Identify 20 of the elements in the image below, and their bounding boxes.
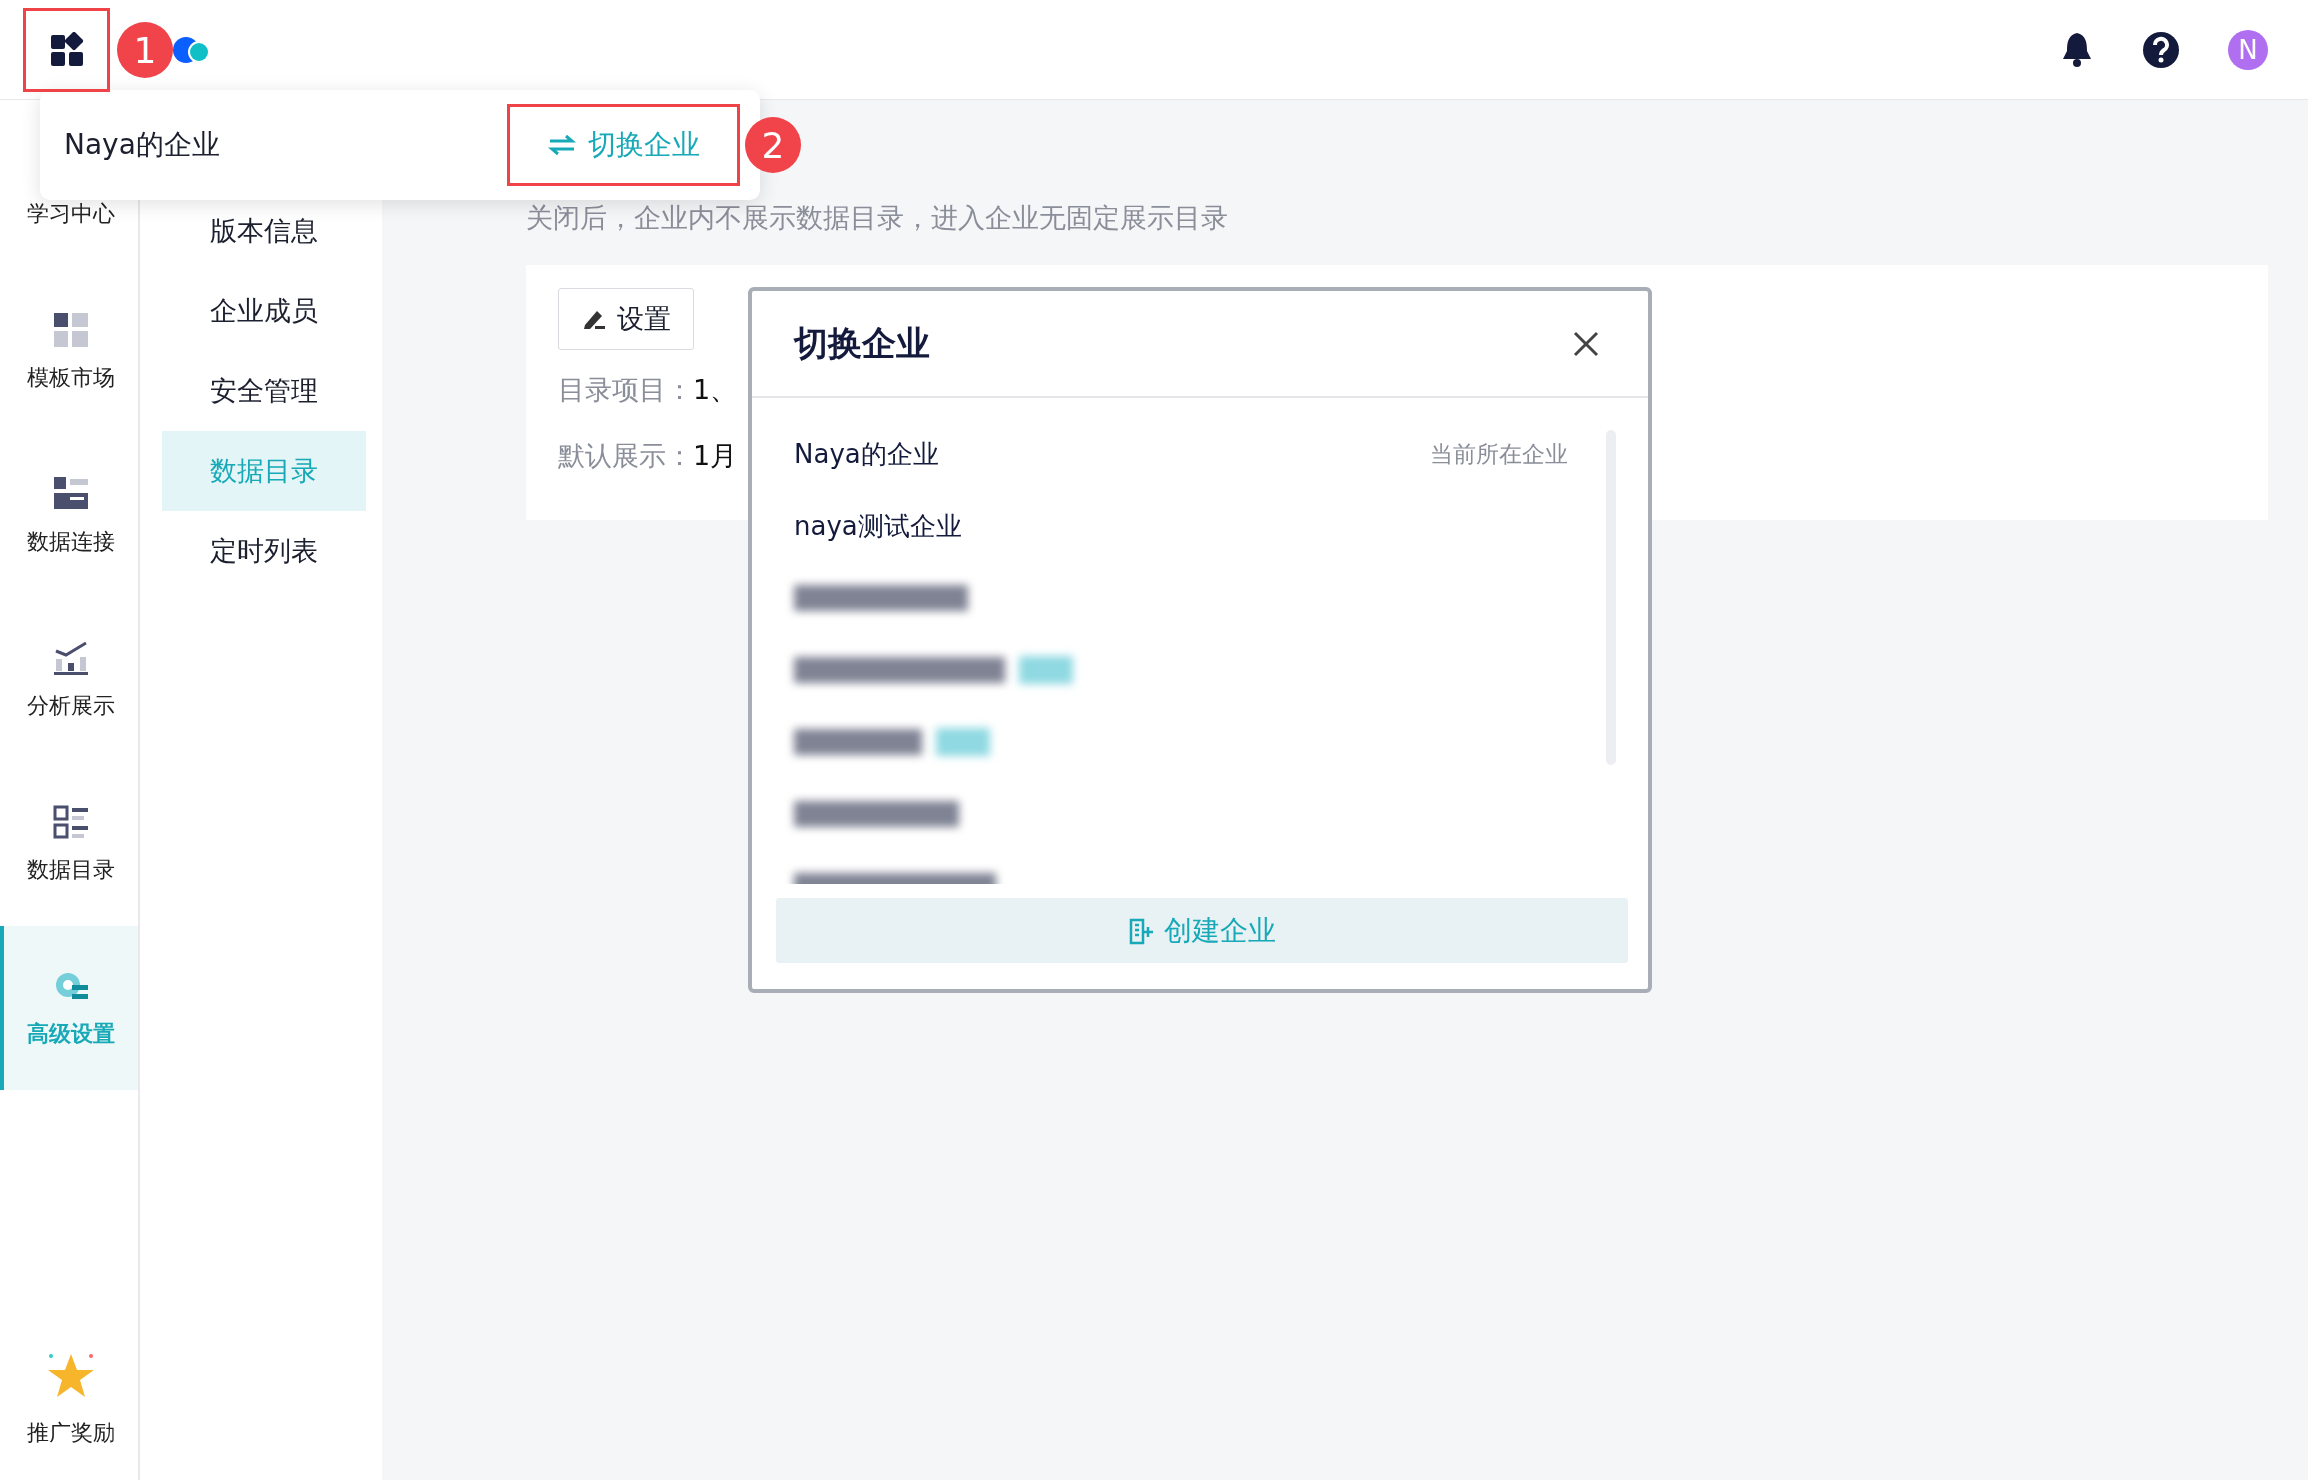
subnav-item[interactable]: 安全管理 (162, 351, 366, 431)
company-name: Naya的企业 (64, 127, 220, 163)
nav-item[interactable]: 推广奖励 (0, 1316, 138, 1480)
field-label: 默认展示： (558, 439, 693, 473)
description-text: 关闭后，企业内不展示数据目录，进入企业无固定展示目录 (526, 201, 1229, 235)
nav-item[interactable]: 数据目录 (0, 762, 138, 926)
step-number-badge: 1 (117, 22, 173, 78)
field-value: 1月 (693, 439, 738, 473)
nav-item[interactable]: 分析展示 (0, 598, 138, 762)
nav-item[interactable]: 数据连接 (0, 434, 138, 598)
subnav-item[interactable]: 定时列表 (162, 511, 366, 591)
field-label: 目录项目： (558, 373, 693, 407)
company-list-item[interactable]: naya测试企业 (794, 490, 1568, 562)
current-company-note: 当前所在企业 (1430, 439, 1568, 469)
company-list-item[interactable]: Naya的企业 当前所在企业 (794, 418, 1568, 490)
nav-item[interactable]: 模板市场 (0, 270, 138, 434)
field-value: 1、 (693, 373, 738, 407)
settings-button[interactable]: 设置 (558, 288, 694, 350)
subnav-item[interactable]: 企业成员 (162, 271, 366, 351)
dialog-title: 切换企业 (794, 321, 930, 365)
